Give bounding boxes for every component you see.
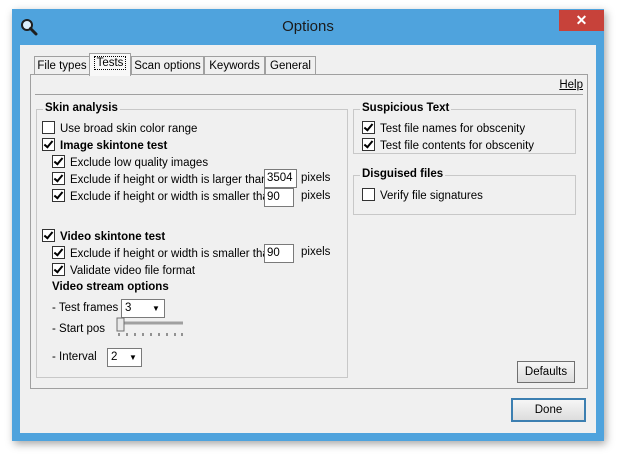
larger-than-box[interactable] [52,172,65,185]
video-smaller-than-label: Exclude if height or width is smaller th… [70,248,276,260]
header-divider [35,94,583,95]
validate-video-box[interactable] [52,263,65,276]
done-button[interactable]: Done [511,398,586,422]
help-link[interactable]: Help [559,79,583,91]
close-button[interactable]: ✕ [559,10,604,31]
tab-tests-label: Tests [93,56,127,70]
interval-select[interactable]: 2 ▼ [107,348,142,367]
video-skintone-checkbox[interactable]: Video skintone test [42,229,165,245]
video-smaller-than-unit: pixels [301,246,331,258]
image-smaller-than-unit: pixels [301,190,331,202]
test-frames-select[interactable]: 3 ▼ [121,299,165,318]
video-smaller-than-input[interactable]: 90 [264,244,294,263]
tab-general[interactable]: General [265,56,316,75]
larger-than-checkbox[interactable]: Exclude if height or width is larger tha… [52,172,268,188]
test-frames-value: 3 [125,302,132,314]
video-skintone-box[interactable] [42,229,55,242]
image-smaller-than-input[interactable]: 90 [264,188,294,207]
image-skintone-box[interactable] [42,138,55,151]
verify-signatures-label: Verify file signatures [380,190,483,202]
verify-signatures-box[interactable] [362,188,375,201]
video-smaller-than-checkbox[interactable]: Exclude if height or width is smaller th… [52,246,275,262]
broad-skin-checkbox[interactable]: Use broad skin color range [42,121,197,137]
chevron-down-icon[interactable]: ▼ [149,301,163,316]
validate-video-label: Validate video file format [70,265,196,277]
larger-than-input[interactable]: 3504 [264,169,297,188]
tab-keywords[interactable]: Keywords [204,56,265,75]
interval-label: - Interval [52,351,97,363]
start-pos-label: - Start pos [52,323,106,335]
options-window: Options ✕ File types Tests Scan options … [12,9,604,441]
filenames-obscenity-label: Test file names for obscenity [380,123,526,135]
slider-thumb[interactable] [116,317,125,332]
start-pos-slider[interactable] [113,317,187,337]
title-bar[interactable]: Options ✕ [12,9,604,45]
suspicious-text-title: Suspicious Text [360,102,452,114]
disguised-files-group: Disguised files Verify file signatures [353,168,576,215]
broad-skin-box[interactable] [42,121,55,134]
skin-analysis-title: Skin analysis [43,102,120,114]
image-smaller-than-box[interactable] [52,189,65,202]
defaults-button[interactable]: Defaults [517,361,575,383]
window-title: Options [282,18,334,35]
suspicious-text-group: Suspicious Text Test file names for obsc… [353,102,576,154]
video-smaller-than-box[interactable] [52,246,65,259]
verify-signatures-checkbox[interactable]: Verify file signatures [362,188,483,204]
low-quality-box[interactable] [52,155,65,168]
image-smaller-than-label: Exclude if height or width is smaller th… [70,191,276,203]
contents-obscenity-checkbox[interactable]: Test file contents for obscenity [362,138,534,154]
chevron-down-icon[interactable]: ▼ [126,350,140,365]
test-frames-label: - Test frames [52,302,119,314]
tab-tests[interactable]: Tests [89,53,131,76]
disguised-files-title: Disguised files [360,168,446,180]
larger-than-unit: pixels [301,172,331,184]
low-quality-label: Exclude low quality images [70,157,209,169]
interval-value: 2 [111,351,118,363]
image-skintone-checkbox[interactable]: Image skintone test [42,138,167,154]
dialog-client: File types Tests Scan options Keywords G… [20,45,596,433]
filenames-obscenity-box[interactable] [362,121,375,134]
low-quality-checkbox[interactable]: Exclude low quality images [52,155,208,171]
larger-than-label: Exclude if height or width is larger tha… [70,174,268,186]
filenames-obscenity-checkbox[interactable]: Test file names for obscenity [362,121,525,137]
video-stream-title: Video stream options [52,281,169,293]
contents-obscenity-label: Test file contents for obscenity [380,140,535,152]
tests-panel: Help Skin analysis Use broad skin color … [30,74,588,389]
close-icon: ✕ [575,12,588,28]
broad-skin-label: Use broad skin color range [60,123,198,135]
validate-video-checkbox[interactable]: Validate video file format [52,263,195,279]
image-smaller-than-checkbox[interactable]: Exclude if height or width is smaller th… [52,189,275,205]
video-skintone-label: Video skintone test [60,231,166,243]
contents-obscenity-box[interactable] [362,138,375,151]
tab-scan-options[interactable]: Scan options [131,56,204,75]
skin-analysis-group: Skin analysis Use broad skin color range… [36,102,348,378]
image-skintone-label: Image skintone test [60,140,168,152]
tab-file-types[interactable]: File types [34,56,90,75]
